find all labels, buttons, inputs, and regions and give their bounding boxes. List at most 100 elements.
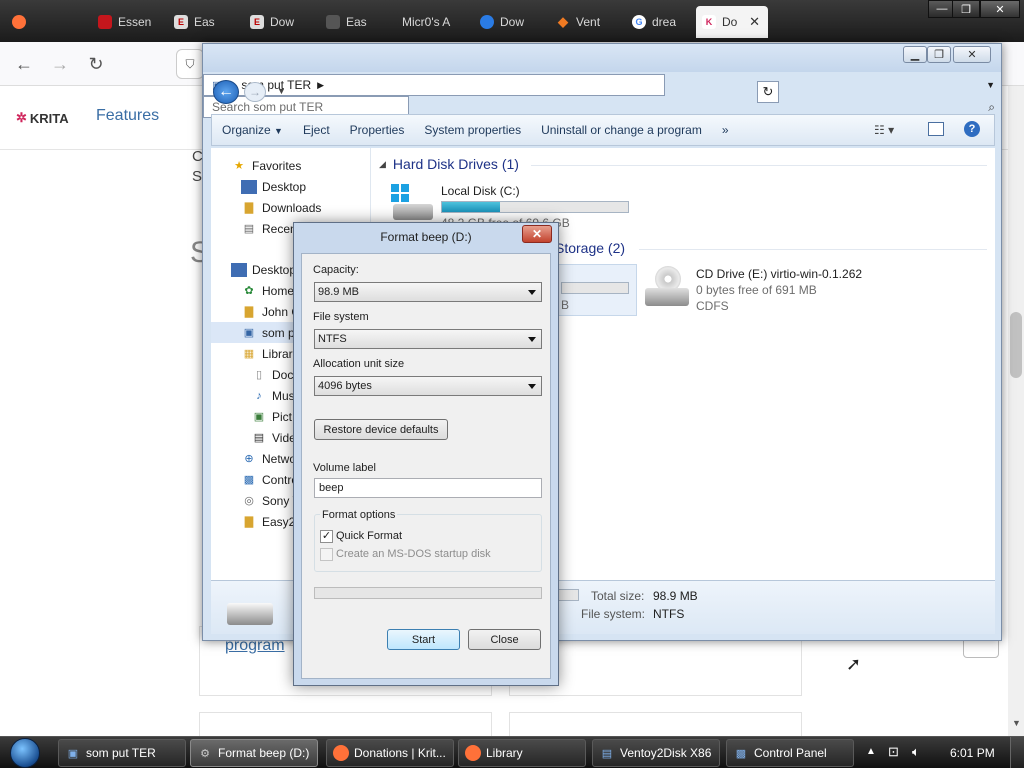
volume-muted-icon[interactable]: 🔈︎ <box>912 744 920 760</box>
quick-format-checkbox[interactable]: ✓ <box>320 530 333 543</box>
nav-pictures[interactable]: ▣ Pict <box>251 406 292 427</box>
more-commands-button[interactable]: » <box>712 123 739 137</box>
nav-videos[interactable]: ▤ Vide <box>251 427 296 448</box>
eject-button[interactable]: Eject <box>293 123 340 137</box>
group-header-hdd[interactable]: ◢ Hard Disk Drives (1) <box>379 156 519 172</box>
format-dialog-close-button[interactable]: ✕ <box>522 225 552 243</box>
browser-tab-label: drea <box>652 15 677 29</box>
format-dialog: Format beep (D:) ✕ Capacity: 98.9 MB Fil… <box>293 222 559 686</box>
preview-pane-icon[interactable] <box>928 122 944 136</box>
group-header-removable[interactable]: Storage (2) <box>555 240 625 256</box>
taskbar-item[interactable]: ▤ Ventoy2Disk X86 <box>592 739 720 767</box>
file-system-select[interactable]: NTFS <box>314 329 542 349</box>
ventoy-icon: ▤ <box>601 747 613 760</box>
clock[interactable]: 6:01 PM <box>950 746 995 760</box>
taskbar-item[interactable]: Donations | Krit... <box>326 739 454 767</box>
browser-tab-label: Vent <box>576 15 601 29</box>
browser-tab[interactable]: E Eas <box>168 6 240 38</box>
close-window-button[interactable]: ✕ <box>980 0 1020 18</box>
chevron-down-icon: ▼ <box>274 126 283 136</box>
msdos-startup-label: Create an MS-DOS startup disk <box>336 548 491 560</box>
format-dialog-title[interactable]: Format beep (D:) <box>294 223 558 251</box>
nav-network[interactable]: ⊕ Netwo <box>241 448 296 469</box>
organize-menu[interactable]: Organize ▼ <box>212 123 293 137</box>
browser-tab[interactable]: Essen <box>92 6 164 38</box>
show-hidden-icons[interactable]: ▲ <box>866 746 876 757</box>
capacity-select[interactable]: 98.9 MB <box>314 282 542 302</box>
taskbar-item[interactable]: Library <box>458 739 586 767</box>
recent-places-icon: ▤ <box>243 223 255 235</box>
back-arrow-icon[interactable]: ← <box>213 80 239 104</box>
show-desktop-button[interactable] <box>1010 737 1024 768</box>
restore-defaults-button[interactable]: Restore device defaults <box>314 419 448 440</box>
shield-icon[interactable]: ⛉ <box>176 49 204 79</box>
explorer-minimize-button[interactable]: ▁ <box>903 46 927 63</box>
browser-tab-active[interactable]: K Do ✕ <box>696 6 768 38</box>
close-button[interactable]: Close <box>468 629 541 650</box>
browser-tab[interactable]: E Dow <box>244 6 316 38</box>
scrollbar-thumb[interactable] <box>1010 312 1022 378</box>
nav-control-panel[interactable]: ▩ Contro <box>241 469 298 490</box>
local-disk-usage-bar <box>441 201 629 213</box>
explorer-maximize-button[interactable]: ❐ <box>927 46 951 63</box>
local-disk-name[interactable]: Local Disk (C:) <box>441 184 520 198</box>
close-tab-icon[interactable]: ✕ <box>749 14 760 30</box>
network-icon: ⊕ <box>244 453 254 465</box>
nav-music[interactable]: ♪ Mus <box>251 385 294 406</box>
allocation-unit-label: Allocation unit size <box>313 358 405 370</box>
explorer-titlebar[interactable]: ▁ ❐ ✕ <box>203 44 1001 72</box>
msdos-startup-checkbox[interactable] <box>320 548 333 561</box>
help-icon[interactable]: ? <box>964 121 980 137</box>
forward-arrow-icon[interactable]: → <box>244 82 266 102</box>
tab-icon <box>326 15 340 29</box>
browser-tab[interactable]: Micr0's A <box>396 6 472 38</box>
address-bar[interactable]: ▣ ▶ som put TER ▶ ▼ <box>203 74 995 96</box>
start-button[interactable] <box>4 737 46 768</box>
taskbar-item[interactable]: ▣ som put TER <box>58 739 186 767</box>
recent-pages-icon[interactable]: ▼ <box>277 86 286 96</box>
nav-user[interactable]: ▇ John C <box>241 301 300 322</box>
browser-tab[interactable]: ◆ Vent <box>550 6 622 38</box>
explorer-close-button[interactable]: ✕ <box>953 46 991 63</box>
start-button[interactable]: Start <box>387 629 460 650</box>
taskbar-item[interactable]: ▩ Control Panel <box>726 739 854 767</box>
nav-recent[interactable]: ▤ Recen <box>241 218 297 239</box>
nav-easy2boot[interactable]: ▇ Easy2 <box>241 511 296 532</box>
properties-button[interactable]: Properties <box>340 123 415 137</box>
nav-homegroup[interactable]: ✿ Home <box>241 280 294 301</box>
nav-libraries[interactable]: ▦ Librari <box>241 343 296 364</box>
taskbar-item-active[interactable]: ⚙ Format beep (D:) <box>190 739 318 767</box>
user-folder-icon: ▇ <box>244 306 254 318</box>
page-scrollbar[interactable]: ▼ <box>1008 86 1024 736</box>
maximize-button[interactable]: ❐ <box>952 0 980 18</box>
browser-tab[interactable]: G drea <box>626 6 696 38</box>
refresh-icon[interactable]: ↻ <box>757 81 779 103</box>
nav-features[interactable]: Features <box>96 107 159 125</box>
nav-favorites[interactable]: ★ Favorites <box>231 155 301 176</box>
browser-tab[interactable]: Dow <box>474 6 546 38</box>
cd-drive-name[interactable]: CD Drive (E:) virtio-win-0.1.262 <box>696 267 862 281</box>
volume-label-input[interactable]: beep <box>314 478 542 498</box>
nav-downloads[interactable]: ▇ Downloads <box>241 197 322 218</box>
allocation-unit-select[interactable]: 4096 bytes <box>314 376 542 396</box>
system-properties-button[interactable]: System properties <box>414 123 531 137</box>
view-options-icon[interactable]: ☷ ▾ <box>874 123 894 137</box>
back-arrow-icon[interactable]: ← <box>12 52 36 76</box>
forward-arrow-icon[interactable]: → <box>48 52 72 76</box>
removable-text-fragment: B <box>561 298 570 312</box>
browser-tab[interactable] <box>6 6 34 38</box>
uninstall-program-button[interactable]: Uninstall or change a program <box>531 123 712 137</box>
nav-desktop-root[interactable]: Desktop <box>231 259 296 280</box>
browser-tab[interactable]: Eas <box>320 6 392 38</box>
reload-icon[interactable]: ↻ <box>84 52 108 76</box>
browser-tab-label: Do <box>722 15 738 29</box>
krita-logo[interactable]: ✲ KRITA <box>16 110 69 126</box>
chevron-down-icon[interactable]: ▼ <box>986 80 995 90</box>
desktop-icon <box>231 262 247 277</box>
nav-desktop[interactable]: Desktop <box>241 176 306 197</box>
network-tray-icon[interactable]: ⊡ <box>888 744 899 760</box>
quick-format-label[interactable]: Quick Format <box>336 530 402 542</box>
nav-documents[interactable]: ▯ Doc <box>251 364 293 385</box>
scroll-down-icon[interactable]: ▼ <box>1012 718 1021 728</box>
nav-sony[interactable]: ◎ Sony V <box>241 490 301 511</box>
